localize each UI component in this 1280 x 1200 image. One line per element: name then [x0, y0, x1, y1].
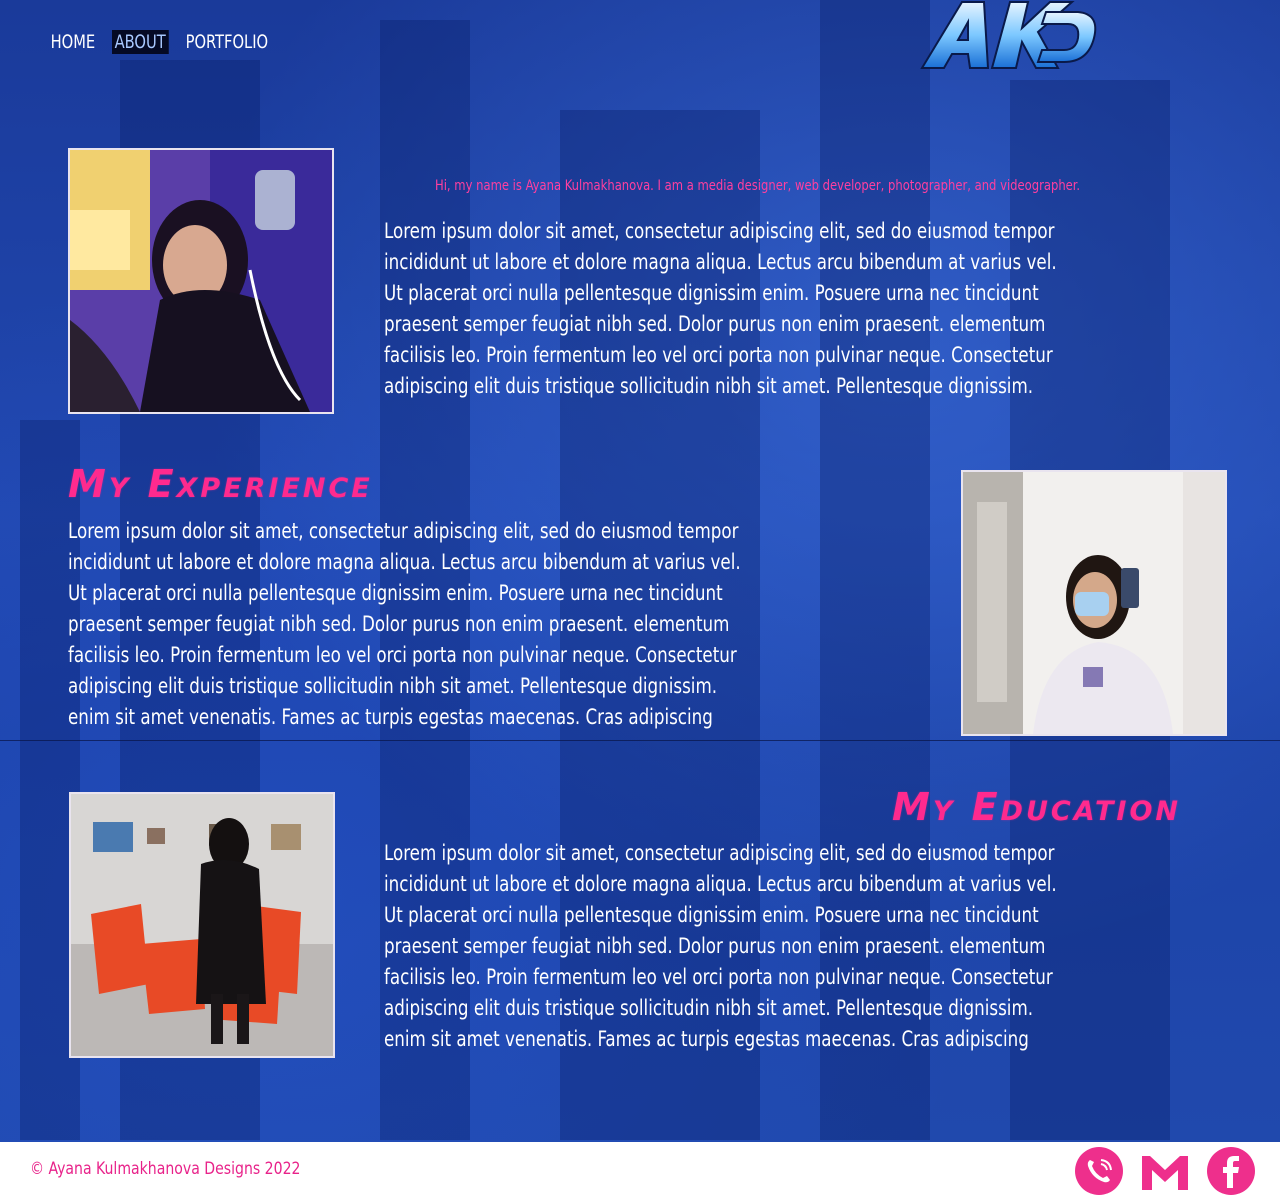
nav-about-link[interactable]: ABOUT	[111, 30, 169, 54]
akd-logo[interactable]	[918, 0, 1100, 72]
intro-paragraph: Lorem ipsum dolor sit amet, consectetur …	[384, 219, 1057, 398]
phone-icon[interactable]	[1074, 1146, 1124, 1196]
footer-copyright: © Ayana Kulmakhanova Designs 2022	[30, 1159, 301, 1179]
profile-photo-2	[961, 470, 1227, 736]
profile-photo-3	[69, 792, 335, 1058]
experience-heading: My Experience	[68, 462, 373, 506]
nav-home-link[interactable]: HOME	[48, 30, 98, 54]
gmail-icon[interactable]	[1140, 1146, 1190, 1196]
nav-portfolio-link[interactable]: PORTFOLIO	[183, 30, 271, 54]
facebook-icon[interactable]	[1206, 1146, 1256, 1196]
main-nav: HOME ABOUT PORTFOLIO	[48, 30, 285, 54]
education-paragraph: Lorem ipsum dolor sit amet, consectetur …	[384, 841, 1057, 1051]
footer: © Ayana Kulmakhanova Designs 2022	[0, 1142, 1280, 1200]
education-heading: My Education	[892, 785, 1182, 829]
experience-paragraph: Lorem ipsum dolor sit amet, consectetur …	[68, 519, 741, 729]
profile-photo-1	[68, 148, 334, 414]
intro-tagline: Hi, my name is Ayana Kulmakhanova. I am …	[435, 178, 1081, 194]
